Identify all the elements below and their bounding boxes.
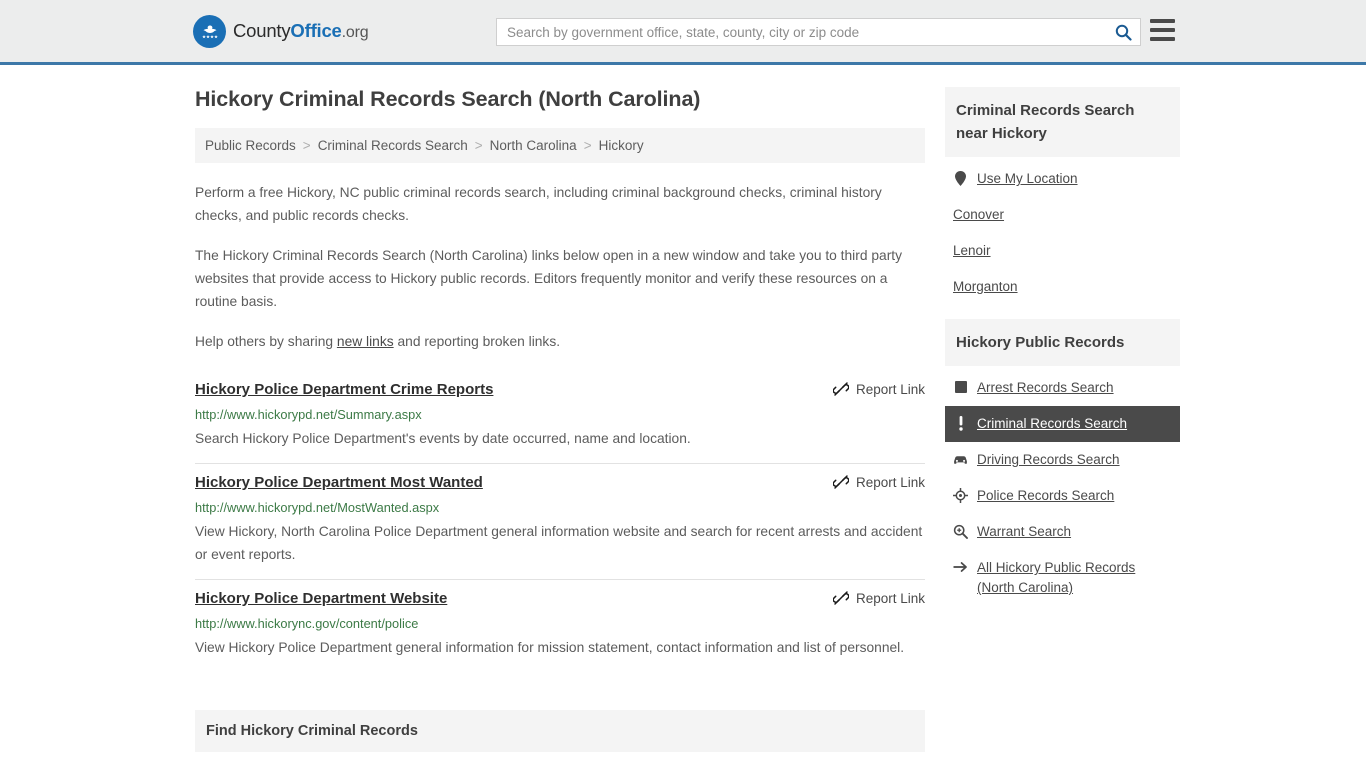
magnifier-plus-icon [953, 522, 968, 540]
sidebar-item-label: All Hickory Public Records (North Caroli… [977, 560, 1136, 595]
logo-text-county: County [233, 20, 291, 41]
sidebar-item-criminal-records-search[interactable]: Criminal Records Search [945, 406, 1180, 442]
sidebar-item-label: Driving Records Search [977, 452, 1120, 467]
intro-paragraph-1: Perform a free Hickory, NC public crimin… [195, 185, 882, 223]
report-link-label: Report Link [855, 590, 925, 606]
result-title-link[interactable]: Hickory Police Department Website [195, 589, 447, 609]
content-container: Hickory Criminal Records Search (North C… [195, 65, 1180, 768]
sidebar: Criminal Records Search near Hickory Use… [945, 87, 1180, 768]
exclamation-icon [953, 414, 968, 432]
nearby-search-card: Criminal Records Search near Hickory Use… [945, 87, 1180, 305]
nearby-search-heading: Criminal Records Search near Hickory [945, 87, 1180, 157]
report-link-button[interactable]: Report Link [832, 473, 925, 490]
search-icon [1115, 24, 1132, 41]
intro-paragraph-2: The Hickory Criminal Records Search (Nor… [195, 248, 903, 309]
broken-link-icon [832, 475, 849, 489]
sidebar-item-label: Criminal Records Search [977, 416, 1128, 431]
logo-text-office: Office [290, 20, 342, 41]
search-input[interactable] [497, 19, 1106, 45]
map-pin-icon [953, 169, 968, 187]
intro-p3-before: Help others by sharing [195, 334, 337, 349]
results-list: Hickory Police Department Crime Reports … [195, 371, 925, 672]
sidebar-item-all-public-records[interactable]: All Hickory Public Records (North Caroli… [945, 550, 1180, 606]
result-item: Hickory Police Department Crime Reports … [195, 371, 925, 464]
hamburger-bar [1150, 19, 1175, 23]
breadcrumb-separator: > [474, 138, 483, 153]
breadcrumb-item-public-records[interactable]: Public Records [205, 138, 296, 153]
sidebar-item-police-records-search[interactable]: Police Records Search [945, 478, 1180, 514]
breadcrumb-item-north-carolina[interactable]: North Carolina [490, 138, 577, 153]
broken-link-icon [832, 591, 849, 605]
square-icon [953, 378, 968, 396]
result-url: http://www.hickorync.gov/content/police [195, 616, 419, 631]
sidebar-item-use-my-location[interactable]: Use My Location [945, 161, 1180, 197]
public-records-heading: Hickory Public Records [945, 319, 1180, 366]
intro-text: Perform a free Hickory, NC public crimin… [195, 181, 925, 353]
sidebar-item-lenoir[interactable]: Lenoir [945, 233, 1180, 269]
new-links-link[interactable]: new links [337, 334, 394, 349]
hamburger-bar [1150, 28, 1175, 32]
logo-text-org: .org [341, 24, 369, 41]
search-bar[interactable] [496, 18, 1141, 46]
sidebar-item-label: Use My Location [977, 171, 1078, 186]
breadcrumb-item-hickory[interactable]: Hickory [599, 138, 644, 153]
breadcrumb-separator: > [583, 138, 592, 153]
find-records-section: Find Hickory Criminal Records Hickory Cr… [195, 710, 925, 768]
breadcrumb-separator: > [302, 138, 311, 153]
result-url: http://www.hickorypd.net/MostWanted.aspx [195, 500, 440, 515]
result-header: Hickory Police Department Crime Reports … [195, 380, 925, 400]
site-header: CountyOffice.org [0, 0, 1366, 65]
broken-link-icon [832, 382, 849, 396]
report-link-button[interactable]: Report Link [832, 380, 925, 397]
nearby-search-list: Use My Location Conover Lenoir Morganton [945, 157, 1180, 305]
sidebar-item-warrant-search[interactable]: Warrant Search [945, 514, 1180, 550]
page-title: Hickory Criminal Records Search (North C… [195, 87, 701, 111]
result-header: Hickory Police Department Website Report… [195, 589, 925, 609]
find-records-heading: Find Hickory Criminal Records [195, 710, 925, 752]
sidebar-item-label: Morganton [953, 279, 1018, 294]
sidebar-item-morganton[interactable]: Morganton [945, 269, 1180, 305]
result-title-link[interactable]: Hickory Police Department Most Wanted [195, 473, 483, 493]
car-icon [953, 450, 968, 468]
result-title-link[interactable]: Hickory Police Department Crime Reports [195, 380, 493, 400]
sidebar-item-label: Conover [953, 207, 1005, 222]
result-header: Hickory Police Department Most Wanted Re… [195, 473, 925, 493]
report-link-label: Report Link [855, 474, 925, 490]
hamburger-menu-icon[interactable] [1150, 19, 1175, 41]
breadcrumb-item-criminal-records-search[interactable]: Criminal Records Search [318, 138, 468, 153]
result-description: View Hickory Police Department general i… [195, 640, 905, 655]
result-item: Hickory Police Department Website Report… [195, 580, 925, 672]
sidebar-item-driving-records-search[interactable]: Driving Records Search [945, 442, 1180, 478]
search-button[interactable] [1106, 19, 1140, 45]
site-logo[interactable]: CountyOffice.org [193, 14, 369, 48]
result-url: http://www.hickorypd.net/Summary.aspx [195, 407, 422, 422]
report-link-button[interactable]: Report Link [832, 589, 925, 606]
result-item: Hickory Police Department Most Wanted Re… [195, 464, 925, 580]
target-icon [953, 486, 968, 504]
result-description: View Hickory, North Carolina Police Depa… [195, 524, 923, 562]
sidebar-item-label: Warrant Search [977, 524, 1072, 539]
sidebar-item-label: Arrest Records Search [977, 380, 1114, 395]
main-column: Hickory Criminal Records Search (North C… [195, 87, 925, 768]
sidebar-item-label: Police Records Search [977, 488, 1115, 503]
intro-p3-after: and reporting broken links. [393, 334, 561, 349]
logo-wordmark: CountyOffice.org [233, 20, 369, 42]
arrow-right-icon [953, 558, 968, 576]
intro-paragraph-3: Help others by sharing new links and rep… [195, 330, 925, 353]
result-description: Search Hickory Police Department's event… [195, 431, 691, 446]
breadcrumb: Public Records > Criminal Records Search… [195, 128, 925, 163]
sidebar-item-conover[interactable]: Conover [945, 197, 1180, 233]
public-records-card: Hickory Public Records Arrest Records Se… [945, 319, 1180, 606]
report-link-label: Report Link [855, 381, 925, 397]
page-body: Hickory Criminal Records Search (North C… [0, 65, 1366, 768]
sidebar-item-label: Lenoir [953, 243, 991, 258]
public-records-list: Arrest Records Search Criminal Records S… [945, 366, 1180, 606]
sidebar-item-arrest-records-search[interactable]: Arrest Records Search [945, 370, 1180, 406]
hamburger-bar [1150, 37, 1175, 41]
eagle-seal-icon [193, 14, 226, 48]
